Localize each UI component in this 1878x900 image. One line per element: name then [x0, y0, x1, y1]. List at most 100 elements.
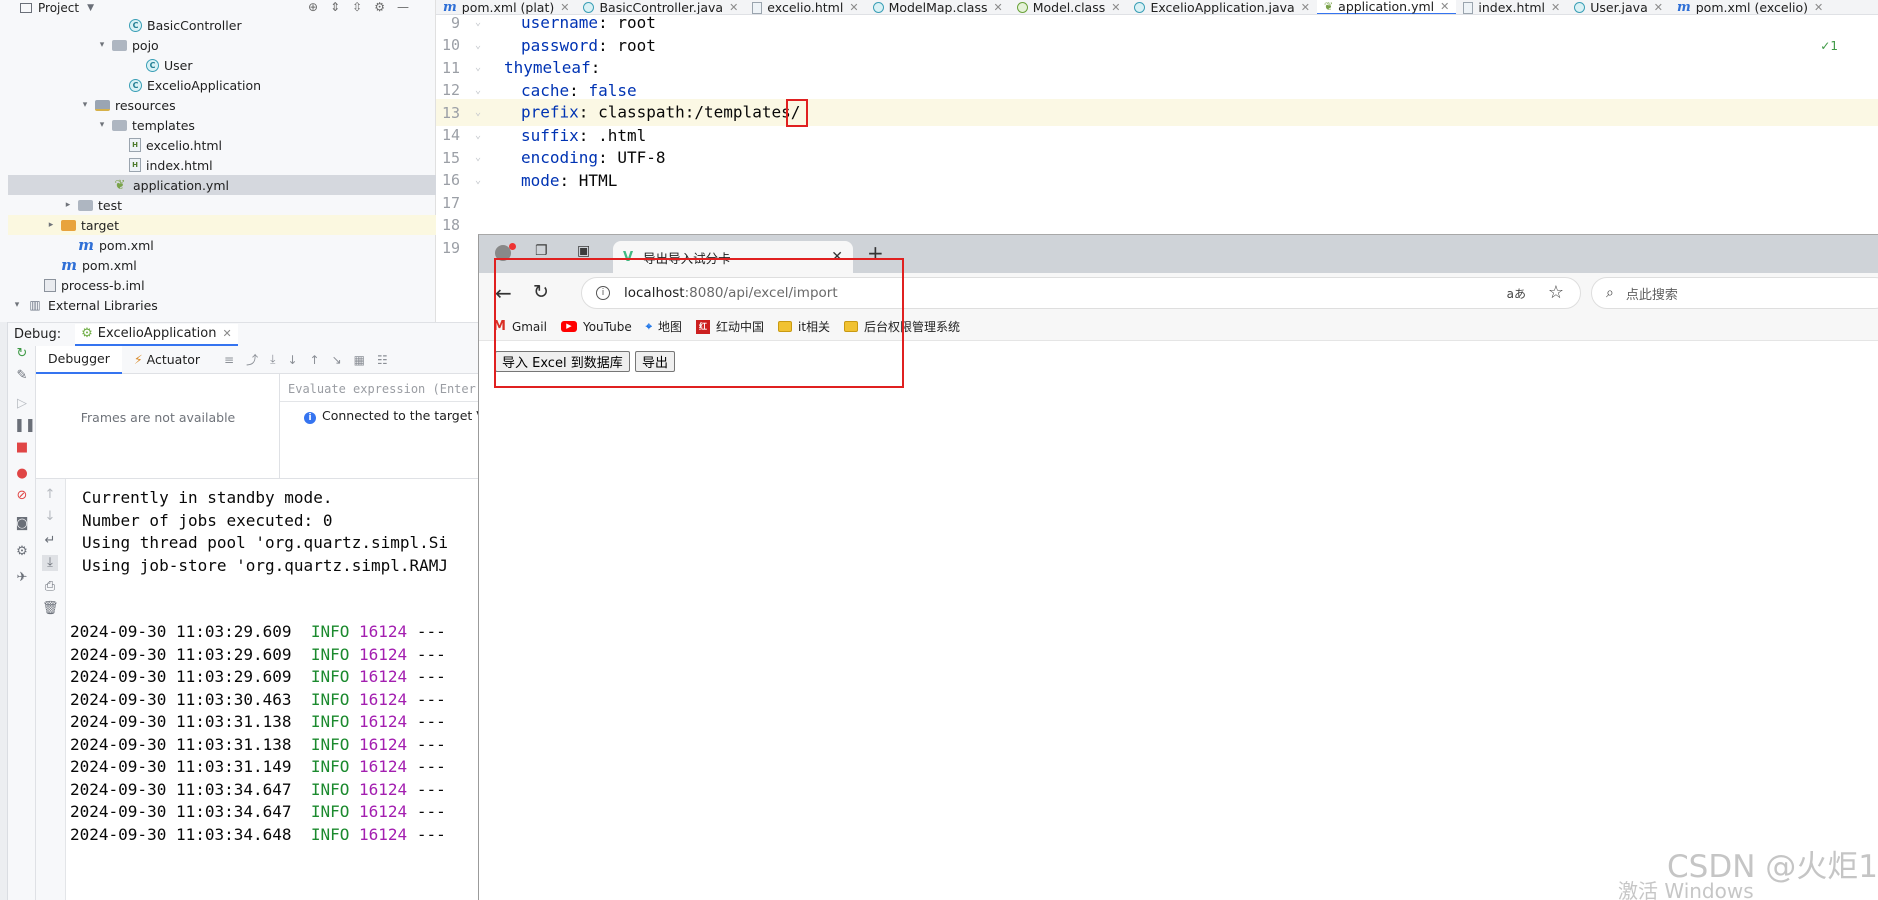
evaluate-icon[interactable]: ▦	[354, 353, 365, 367]
pause-icon[interactable]: ❚❚	[14, 418, 36, 434]
import-excel-button[interactable]: 导入 Excel 到数据库	[495, 351, 630, 372]
tree-item[interactable]: C BasicController	[8, 15, 436, 35]
tree-item[interactable]: C ExcelioApplication	[8, 75, 436, 95]
fold-marker-icon[interactable]: ⌄	[460, 175, 496, 186]
soft-wrap-icon[interactable]: ↵	[42, 533, 58, 549]
log-pid: 16124	[359, 734, 408, 754]
resume-icon[interactable]: ▷	[14, 396, 30, 412]
up-arrow-icon[interactable]: ↑	[42, 487, 58, 503]
log-spacer	[349, 757, 359, 776]
tree-item[interactable]: ▾ resources	[8, 95, 436, 115]
yaml-key: username	[521, 13, 599, 32]
tree-item[interactable]: C User	[8, 55, 436, 75]
fold-marker-icon[interactable]: ⌄	[460, 62, 496, 73]
tree-item[interactable]: m pom.xml	[8, 255, 436, 275]
trash-icon[interactable]: 🗑	[42, 601, 59, 617]
chevron-down-icon[interactable]: ▼	[87, 3, 94, 13]
minimize-icon[interactable]: —	[397, 0, 409, 14]
pin-icon[interactable]: ✈	[14, 570, 30, 586]
tree-item[interactable]: ▸ target	[8, 215, 436, 235]
tree-item-label: resources	[115, 97, 176, 113]
fold-marker-icon[interactable]: ⌄	[460, 85, 496, 96]
console-output[interactable]: ↑ ↓ ↵ ⤓ ⎙ 🗑 Currently in standby mode. Nu…	[36, 478, 478, 900]
new-tab-plus-icon[interactable]: +	[867, 241, 884, 265]
chevron-down-icon[interactable]: ▾	[96, 40, 108, 50]
close-icon[interactable]: ✕	[222, 327, 231, 340]
tree-item[interactable]: ▾ ▥ External Libraries	[8, 295, 436, 315]
log-pid: 16124	[359, 824, 408, 844]
mute-breakpoints-icon[interactable]: ⊘	[14, 488, 30, 504]
search-box[interactable]: ⌕ 点此搜索	[1591, 277, 1878, 309]
line-number: 13	[441, 103, 460, 122]
bookmark-item[interactable]: ▶ YouTube	[560, 320, 632, 334]
fold-marker-icon[interactable]: ⌄	[460, 152, 496, 163]
down-arrow-icon[interactable]: ↓	[42, 509, 58, 525]
scroll-to-end-icon[interactable]: ⤓	[42, 555, 58, 571]
export-button[interactable]: 导出	[635, 351, 676, 372]
bookmark-item[interactable]: ⌖ 地图	[646, 318, 682, 335]
log-line: 2024-09-30 11:03:29.609 INFO 16124 ---	[70, 622, 446, 641]
chevron-down-icon[interactable]: ▾	[79, 100, 91, 110]
wrench-icon[interactable]: ✎	[14, 368, 30, 384]
address-bar[interactable]: i localhost:8080/api/excel/import aあ ☆	[581, 277, 1581, 309]
show-execution-point-icon[interactable]: ⤴	[246, 351, 258, 368]
read-aloud-icon[interactable]: aあ	[1507, 285, 1526, 302]
close-icon[interactable]: ✕	[831, 249, 843, 265]
chevron-right-icon[interactable]: ▸	[62, 200, 74, 210]
rerun-icon[interactable]: ↻	[14, 346, 30, 362]
print-icon[interactable]: ⎙	[42, 579, 58, 595]
bookmark-item[interactable]: 后台权限管理系统	[844, 318, 960, 335]
locate-icon[interactable]: ⊕	[308, 0, 318, 14]
view-breakpoints-icon[interactable]: ●	[14, 466, 30, 482]
fold-marker-icon[interactable]: ⌄	[460, 130, 496, 141]
fold-marker-icon[interactable]: ⌄	[460, 17, 496, 28]
expand-all-icon[interactable]: ⇕	[330, 0, 340, 14]
frames-area: Frames are not available	[36, 374, 280, 478]
fold-marker-icon[interactable]: ⌄	[460, 107, 496, 118]
gear-icon[interactable]: ⚙	[374, 0, 385, 14]
tree-item[interactable]: ❦ application.yml	[8, 175, 436, 195]
tree-item[interactable]: ▸ test	[8, 195, 436, 215]
project-title[interactable]: Project	[38, 1, 79, 15]
tree-item[interactable]: ▾ pojo	[8, 35, 436, 55]
yaml-value: UTF-8	[617, 148, 666, 167]
tree-item[interactable]: ▾ templates	[8, 115, 436, 135]
debug-session-tab[interactable]: ⚙ ExcelioApplication ✕	[75, 323, 238, 346]
stop-icon[interactable]: ■	[14, 440, 30, 456]
camera-icon[interactable]: ◙	[14, 516, 30, 532]
tree-item[interactable]: Hindex.html	[8, 155, 436, 175]
bookmark-item[interactable]: 红红动中国	[695, 318, 764, 335]
collapse-all-icon[interactable]: ⇳	[352, 0, 362, 14]
tab-actuator[interactable]: ⚡ Actuator	[122, 346, 212, 374]
tab-actions-icon[interactable]: ▣	[577, 243, 590, 259]
browser-tab-active[interactable]: V 导出导入试分卡 ✕	[613, 241, 853, 273]
bookmark-item[interactable]: it相关	[777, 318, 830, 335]
site-info-icon[interactable]: i	[596, 286, 610, 300]
chevron-right-icon[interactable]: ▸	[45, 220, 57, 230]
yaml-value: root	[617, 13, 656, 32]
tree-item[interactable]: process-b.iml	[8, 275, 436, 295]
chevron-down-icon[interactable]: ▾	[96, 120, 108, 130]
step-into-icon[interactable]: ↓	[287, 353, 297, 367]
workspaces-icon[interactable]: ❐	[535, 243, 548, 259]
settings-icon[interactable]: ⚙	[14, 544, 30, 560]
yaml-colon: :	[590, 58, 601, 77]
chevron-down-icon[interactable]: ▾	[11, 300, 23, 310]
menu-icon[interactable]: ≡	[224, 353, 234, 367]
bookmark-label: Gmail	[511, 319, 547, 334]
evaluate-expression-input[interactable]: Evaluate expression (Enter)	[280, 374, 478, 402]
yaml-colon: :	[598, 35, 618, 55]
log-pid: 16124	[359, 757, 408, 776]
reload-icon[interactable]: ↻	[533, 281, 549, 303]
run-to-cursor-icon[interactable]: ↘	[332, 353, 342, 367]
tree-item[interactable]: Hexcelio.html	[8, 135, 436, 155]
tree-item[interactable]: m pom.xml	[8, 235, 436, 255]
bookmark-item[interactable]: M Gmail	[493, 319, 547, 334]
step-out-icon[interactable]: ↑	[310, 353, 320, 367]
back-arrow-icon[interactable]: ←	[495, 281, 512, 305]
favorite-star-icon[interactable]: ☆	[1548, 282, 1564, 303]
trace-icon[interactable]: ☷	[377, 353, 388, 367]
step-over-icon[interactable]: ⤓	[270, 352, 275, 367]
tab-debugger[interactable]: Debugger	[36, 345, 122, 374]
fold-marker-icon[interactable]: ⌄	[460, 40, 496, 51]
